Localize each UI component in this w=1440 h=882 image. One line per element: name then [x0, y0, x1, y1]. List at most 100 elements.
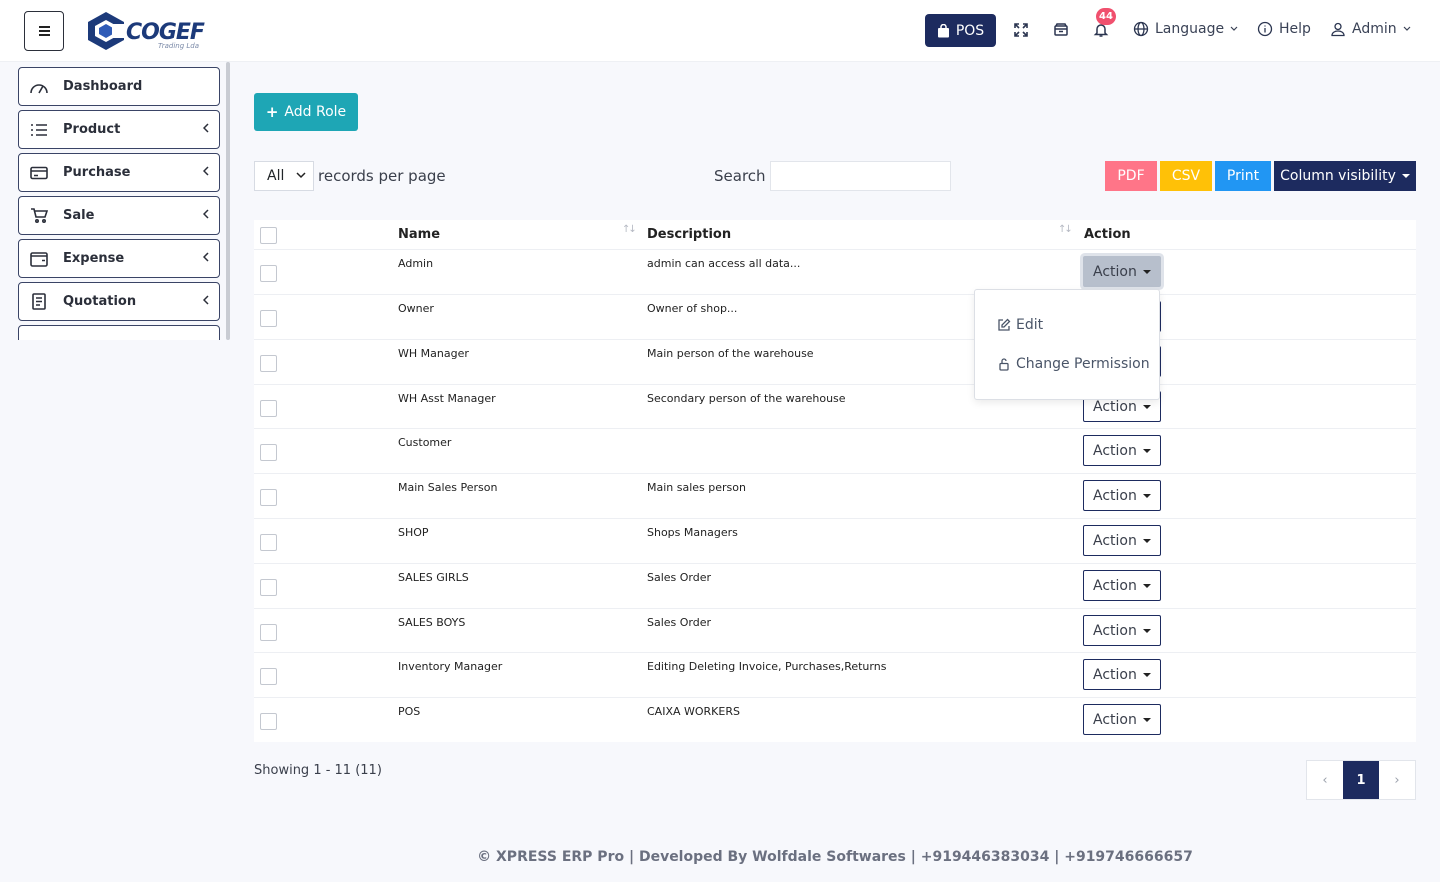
column-header-description[interactable]: Description [647, 227, 731, 242]
row-checkbox[interactable] [260, 310, 277, 327]
row-checkbox[interactable] [260, 444, 277, 461]
gauge-icon [29, 78, 49, 96]
document-icon [29, 293, 49, 311]
action-button-label: Action [1093, 666, 1137, 683]
role-description: Sales Order [647, 616, 712, 629]
row-checkbox[interactable] [260, 624, 277, 641]
action-button-label: Action [1093, 442, 1137, 459]
print-button[interactable]: Print [1215, 161, 1271, 191]
sort-icon[interactable]: ↑↓ [622, 224, 637, 235]
table-row [254, 249, 1416, 294]
add-role-button[interactable]: + Add Role [254, 93, 358, 131]
caret-down-icon [1143, 718, 1151, 722]
action-dropdown-menu: Edit Change Permission [974, 289, 1160, 400]
row-checkbox[interactable] [260, 579, 277, 596]
column-header-name[interactable]: Name [398, 227, 440, 242]
action-button-label: Action [1093, 398, 1137, 415]
role-name: Inventory Manager [398, 660, 503, 673]
user-label: Admin [1352, 21, 1397, 37]
role-description: Shops Managers [647, 526, 738, 539]
table-row [254, 608, 1416, 653]
action-button[interactable]: Action [1083, 704, 1161, 735]
sidebar-item-expense[interactable]: Expense [18, 239, 220, 278]
table-row [254, 518, 1416, 563]
edit-menu-item[interactable]: Edit [997, 317, 1043, 333]
chevron-down-icon [1403, 26, 1411, 31]
records-per-page-select[interactable]: All [254, 161, 314, 191]
sidebar-item-label: Product [63, 122, 121, 137]
change-permission-menu-item[interactable]: Change Permission [997, 356, 1150, 372]
role-name: SALES GIRLS [398, 571, 469, 584]
role-name: SHOP [398, 526, 429, 539]
pdf-button[interactable]: PDF [1105, 161, 1157, 191]
role-description: Sales Order [647, 571, 712, 584]
column-visibility-button[interactable]: Column visibility [1274, 161, 1416, 191]
table-row [254, 294, 1416, 339]
sidebar-item-quotation[interactable]: Quotation [18, 282, 220, 321]
action-button-label: Action [1093, 263, 1137, 280]
edit-icon [998, 318, 1011, 331]
action-button[interactable]: Action [1083, 525, 1161, 556]
sidebar-item-dashboard[interactable]: Dashboard [18, 67, 220, 106]
sidebar-item-purchase[interactable]: Purchase [18, 153, 220, 192]
pos-button[interactable]: POS [925, 14, 996, 47]
change-permission-label: Change Permission [1016, 356, 1150, 372]
row-checkbox[interactable] [260, 400, 277, 417]
info-icon [1257, 21, 1273, 37]
sort-icon[interactable]: ↑↓ [1058, 224, 1073, 235]
user-menu[interactable]: Admin [1330, 21, 1411, 37]
csv-button[interactable]: CSV [1160, 161, 1212, 191]
action-button[interactable]: Action [1083, 256, 1161, 287]
role-name: POS [398, 705, 421, 718]
page-1-button[interactable]: 1 [1343, 761, 1379, 799]
role-description: Editing Deleting Invoice, Purchases,Retu… [647, 660, 887, 673]
hamburger-menu-button[interactable] [24, 11, 64, 51]
help-link[interactable]: Help [1257, 21, 1311, 37]
footer-text: © XPRESS ERP Pro | Developed By Wolfdale… [477, 849, 1193, 865]
select-all-checkbox[interactable] [260, 227, 277, 244]
role-description: Secondary person of the warehouse [647, 392, 846, 405]
fullscreen-icon[interactable] [1011, 20, 1031, 40]
next-page-button[interactable]: › [1379, 761, 1415, 799]
action-button-label: Action [1093, 577, 1137, 594]
action-button[interactable]: Action [1083, 435, 1161, 466]
action-button[interactable]: Action [1083, 615, 1161, 646]
role-name: WH Asst Manager [398, 392, 496, 405]
credit-card-icon [29, 164, 49, 182]
row-checkbox[interactable] [260, 489, 277, 506]
row-checkbox[interactable] [260, 534, 277, 551]
table-row [254, 652, 1416, 697]
sidebar-scrollbar[interactable] [226, 62, 230, 340]
role-description: CAIXA WORKERS [647, 705, 740, 718]
caret-down-icon [1143, 629, 1151, 633]
row-checkbox[interactable] [260, 355, 277, 372]
table-row [254, 697, 1416, 742]
edit-label: Edit [1016, 317, 1044, 333]
sidebar-item-product[interactable]: Product [18, 110, 220, 149]
language-label: Language [1155, 21, 1225, 37]
plus-icon: + [265, 103, 279, 121]
caret-down-icon [1143, 673, 1151, 677]
action-button[interactable]: Action [1083, 570, 1161, 601]
language-dropdown[interactable]: Language [1133, 21, 1238, 37]
sidebar-item-sale[interactable]: Sale [18, 196, 220, 235]
row-checkbox[interactable] [260, 668, 277, 685]
sidebar-item-transfer[interactable] [18, 325, 220, 340]
caret-down-icon [1143, 449, 1151, 453]
sidebar-item-label: Dashboard [63, 79, 143, 94]
prev-page-button[interactable]: ‹ [1307, 761, 1343, 799]
chevron-left-icon [203, 123, 209, 133]
wallet-icon [29, 250, 49, 268]
archive-icon[interactable] [1051, 20, 1071, 40]
cart-icon [29, 207, 49, 225]
logo[interactable]: COGEF Trading Lda [86, 10, 216, 54]
role-name: WH Manager [398, 347, 469, 360]
caret-down-icon [1143, 539, 1151, 543]
row-checkbox[interactable] [260, 265, 277, 282]
search-input[interactable] [770, 161, 951, 191]
action-button[interactable]: Action [1083, 480, 1161, 511]
role-description: Main person of the warehouse [647, 347, 814, 360]
sidebar-item-label: Purchase [63, 165, 131, 180]
row-checkbox[interactable] [260, 713, 277, 730]
action-button[interactable]: Action [1083, 659, 1161, 690]
